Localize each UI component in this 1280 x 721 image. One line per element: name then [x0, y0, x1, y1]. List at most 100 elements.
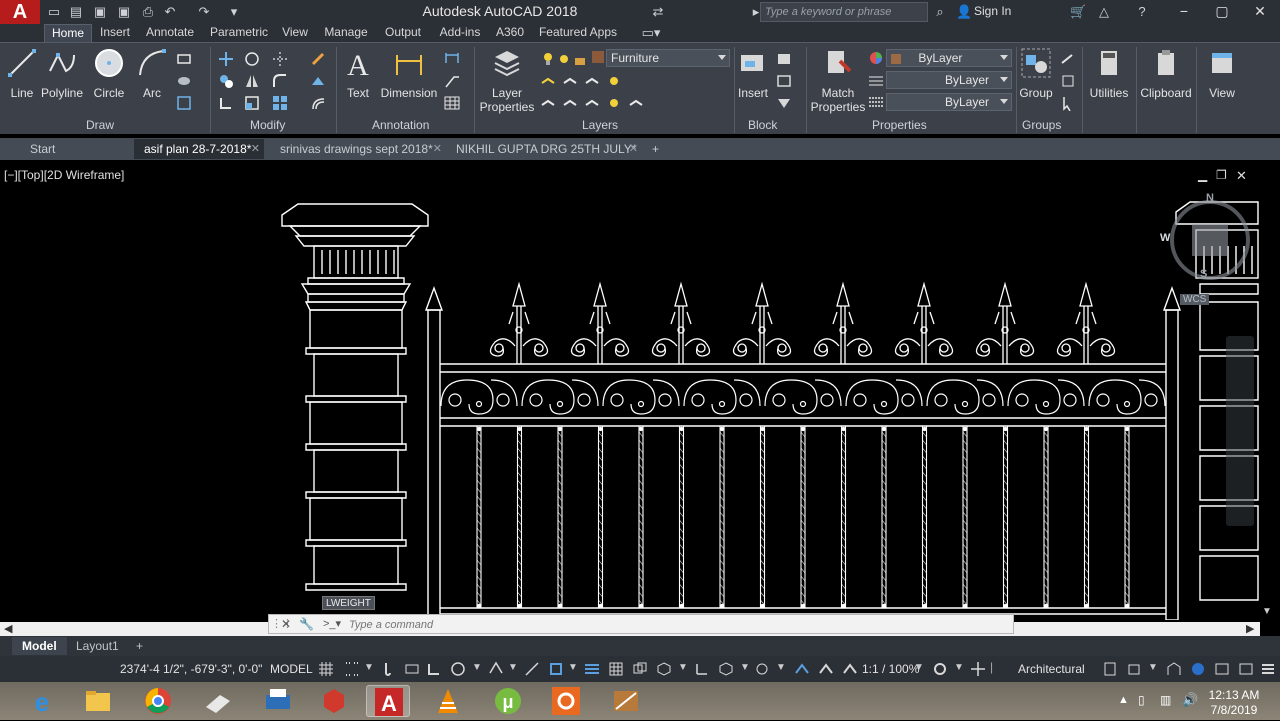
- stretch-icon[interactable]: [218, 95, 234, 111]
- autocad-taskbar-icon[interactable]: A: [366, 685, 410, 717]
- tab-insert[interactable]: Insert: [96, 24, 134, 42]
- doc-tab-nikhil[interactable]: NIKHIL GUPTA DRG 25TH JULY* ✕: [446, 139, 642, 159]
- object-snap-tracking-icon[interactable]: [524, 661, 540, 677]
- ortho-icon[interactable]: [426, 661, 442, 677]
- linetype-icon[interactable]: [868, 72, 884, 88]
- group-edit-icon[interactable]: [1060, 73, 1076, 89]
- model-space-toggle[interactable]: MODEL: [270, 662, 313, 676]
- leader-icon[interactable]: [444, 73, 460, 89]
- volume-icon[interactable]: 🔊: [1182, 692, 1198, 708]
- snap-mode-icon[interactable]: [344, 661, 360, 677]
- cart-icon[interactable]: 🛒: [1070, 4, 1086, 20]
- explode-icon[interactable]: [310, 73, 326, 89]
- power-icon[interactable]: ▯: [1138, 693, 1145, 707]
- tab-featured-apps[interactable]: Featured Apps: [538, 24, 618, 42]
- rotate-icon[interactable]: [244, 51, 260, 67]
- edit-block-icon[interactable]: [776, 73, 792, 89]
- compass-north[interactable]: N: [1206, 192, 1214, 204]
- lock-dropdown-icon[interactable]: ▼: [1148, 662, 1158, 673]
- a360-icon[interactable]: △: [1096, 4, 1112, 20]
- layer-freeze-icon[interactable]: [584, 73, 600, 89]
- tab-model[interactable]: Model: [12, 637, 67, 655]
- linear-dim-icon[interactable]: [444, 51, 460, 67]
- navigation-bar[interactable]: [1226, 336, 1254, 526]
- lineweight-dropdown[interactable]: ByLayer: [886, 93, 1012, 111]
- show-hidden-icons-icon[interactable]: ▲: [1118, 694, 1129, 706]
- layer-isolate-icon[interactable]: [562, 73, 578, 89]
- hatch-icon[interactable]: [176, 73, 192, 89]
- customization-icon[interactable]: [1238, 661, 1254, 677]
- isodraft-icon[interactable]: [488, 661, 504, 677]
- save-icon[interactable]: ▣: [92, 4, 108, 20]
- trim-icon[interactable]: [272, 51, 288, 67]
- sign-in-button[interactable]: Sign In: [974, 4, 1011, 18]
- filter-dropdown-icon[interactable]: ▼: [740, 662, 750, 673]
- minimize-button[interactable]: −: [1164, 0, 1204, 24]
- sun-icon[interactable]: [556, 51, 572, 67]
- annotation-monitor-icon[interactable]: [970, 661, 986, 677]
- open-file-icon[interactable]: ▤: [68, 4, 84, 20]
- compass-west[interactable]: W: [1160, 232, 1170, 244]
- sketchup-icon[interactable]: [312, 685, 356, 717]
- layer-merge-icon[interactable]: [562, 95, 578, 111]
- network-icon[interactable]: ▥: [1160, 693, 1171, 707]
- scale-dropdown-icon[interactable]: ▼: [914, 662, 924, 673]
- eraser-app-icon[interactable]: [196, 685, 240, 717]
- new-file-icon[interactable]: ▭: [46, 4, 62, 20]
- linetype-dropdown[interactable]: ByLayer: [886, 71, 1012, 89]
- media-app-icon[interactable]: [544, 685, 588, 717]
- close-tab-icon[interactable]: ✕: [629, 139, 638, 159]
- draw-panel-label[interactable]: Draw: [86, 118, 114, 132]
- circle-tool[interactable]: Circle: [92, 47, 126, 100]
- internet-explorer-icon[interactable]: e: [20, 685, 64, 717]
- mirror-icon[interactable]: [244, 73, 260, 89]
- tab-addins[interactable]: Add-ins: [436, 24, 484, 42]
- layer-off-icon[interactable]: [606, 73, 622, 89]
- tab-layout1[interactable]: Layout1: [66, 637, 129, 655]
- object-snap-icon[interactable]: [548, 661, 564, 677]
- tab-manage[interactable]: Manage: [322, 24, 370, 42]
- erase-icon[interactable]: [310, 51, 326, 67]
- match-properties-tool[interactable]: Match Properties: [810, 47, 866, 114]
- table-icon[interactable]: [444, 95, 460, 111]
- scroll-right-icon[interactable]: ▶: [1246, 622, 1254, 635]
- doc-tab-srinivas[interactable]: srinivas drawings sept 2018* ✕: [270, 139, 446, 159]
- tab-output[interactable]: Output: [380, 24, 426, 42]
- ungroup-icon[interactable]: [1060, 51, 1076, 67]
- command-prompt-icon[interactable]: >_▾: [323, 617, 341, 630]
- command-line[interactable]: ⋮⋮ ✕ 🔧 >_▾: [268, 614, 1014, 634]
- file-explorer-icon[interactable]: [76, 685, 120, 717]
- layer-lock-icon[interactable]: [606, 95, 622, 111]
- undo-icon[interactable]: ↶: [162, 4, 178, 20]
- grid-icon[interactable]: [318, 661, 334, 677]
- unlock-icon[interactable]: [572, 51, 588, 67]
- selection-filter-icon[interactable]: [718, 661, 734, 677]
- tab-annotate[interactable]: Annotate: [142, 24, 198, 42]
- annotation-scale-icon[interactable]: [842, 661, 858, 677]
- close-tab-icon[interactable]: ✕: [251, 139, 260, 159]
- tab-a360[interactable]: A360: [494, 24, 526, 42]
- redo-icon[interactable]: ↷: [196, 4, 212, 20]
- clock-date[interactable]: 7/8/2019: [1208, 703, 1260, 717]
- scroll-left-icon[interactable]: ◀: [4, 622, 12, 635]
- workspace-switching-icon[interactable]: [932, 661, 948, 677]
- close-cmd-icon[interactable]: ✕: [281, 617, 291, 631]
- clean-screen-icon[interactable]: [1214, 661, 1230, 677]
- move-icon[interactable]: [218, 51, 234, 67]
- wcs-menu[interactable]: WCS: [1180, 294, 1210, 305]
- gizmo-icon[interactable]: [754, 661, 770, 677]
- annotation-scale-value[interactable]: 1:1 / 100%: [862, 662, 919, 676]
- offset-icon[interactable]: [310, 95, 326, 111]
- ribbon-options-icon[interactable]: ▭▾: [638, 25, 664, 41]
- 3d-object-snap-icon[interactable]: [656, 661, 672, 677]
- hardware-acceleration-icon[interactable]: [1190, 661, 1206, 677]
- add-layout-button[interactable]: +: [126, 637, 153, 655]
- customize-qat-icon[interactable]: ▾: [226, 4, 242, 20]
- line-tool[interactable]: Line: [6, 47, 38, 100]
- create-block-icon[interactable]: [776, 51, 792, 67]
- vlc-icon[interactable]: [426, 685, 470, 717]
- modify-panel-label[interactable]: Modify: [250, 118, 285, 132]
- snap-dropdown-icon[interactable]: ▼: [364, 662, 374, 673]
- layer-match-icon[interactable]: [540, 73, 556, 89]
- units-value[interactable]: Architectural: [1018, 662, 1085, 676]
